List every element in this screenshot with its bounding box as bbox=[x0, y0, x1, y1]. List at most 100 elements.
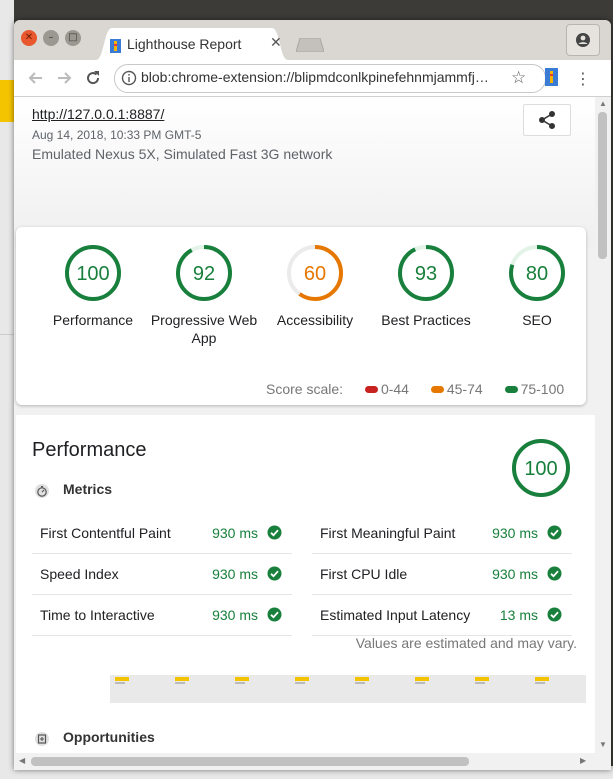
window-minimize-button[interactable]: – bbox=[43, 30, 59, 46]
tab-strip: ✕ – □ Lighthouse Report ✕ bbox=[14, 20, 611, 60]
performance-section: Performance 100 Metrics First Contentful… bbox=[16, 415, 595, 753]
window-close-button[interactable]: ✕ bbox=[21, 30, 37, 46]
scroll-right-icon[interactable]: ▶ bbox=[580, 756, 586, 765]
share-button[interactable] bbox=[523, 104, 571, 136]
scroll-down-icon[interactable]: ▼ bbox=[599, 740, 607, 749]
address-url[interactable]: blob:chrome-extension://blipmdconlkpinef… bbox=[141, 69, 511, 85]
metric-name: First Meaningful Paint bbox=[320, 525, 456, 541]
score-gauge-ring: 100 bbox=[65, 245, 121, 301]
performance-score-gauge[interactable]: 100 bbox=[510, 437, 572, 504]
pass-check-icon bbox=[547, 566, 562, 581]
report-header: http://127.0.0.1:8887/ Aug 14, 2018, 10:… bbox=[14, 97, 595, 247]
gauge-score-text: 80 bbox=[526, 263, 548, 285]
pass-check-icon bbox=[267, 566, 282, 581]
score-gauge-ring: 93 bbox=[398, 245, 454, 301]
metric-name: Estimated Input Latency bbox=[320, 607, 471, 623]
kebab-menu-icon[interactable]: ⋮ bbox=[575, 69, 591, 88]
forward-arrow-icon[interactable] bbox=[54, 68, 74, 88]
category-label: Performance bbox=[52, 312, 134, 328]
score-scale-label: Score scale: bbox=[266, 381, 344, 397]
scale-range-fail: 0-44 bbox=[380, 381, 409, 397]
pass-check-icon bbox=[547, 525, 562, 540]
report-url-link[interactable]: http://127.0.0.1:8887/ bbox=[32, 106, 164, 122]
metric-value: 930 ms bbox=[212, 525, 258, 541]
gauge-score-text: 60 bbox=[304, 263, 326, 285]
metric-name: Time to Interactive bbox=[40, 607, 155, 623]
filmstrip-frame bbox=[412, 675, 470, 703]
scale-dot-green bbox=[504, 385, 518, 393]
filmstrip-frame bbox=[232, 675, 290, 703]
metric-value: 930 ms bbox=[492, 525, 538, 541]
share-icon bbox=[539, 111, 555, 129]
score-gauge-ring: 60 bbox=[287, 245, 343, 301]
lighthouse-favicon-icon bbox=[110, 39, 121, 53]
filmstrip bbox=[52, 675, 586, 703]
desktop-top-bar bbox=[0, 0, 613, 20]
category-label: Best Practices bbox=[381, 312, 471, 328]
lighthouse-extension-icon[interactable] bbox=[545, 68, 558, 86]
filmstrip-frame bbox=[472, 675, 530, 703]
filmstrip-frame bbox=[172, 675, 230, 703]
filmstrip-frame bbox=[112, 675, 170, 703]
tab-close-icon[interactable]: ✕ bbox=[270, 35, 282, 51]
gauge-score-text: 92 bbox=[193, 263, 215, 285]
metric-name: Speed Index bbox=[40, 566, 119, 582]
filmstrip-frame bbox=[532, 675, 590, 703]
scale-dot-red bbox=[364, 385, 378, 393]
vertical-scrollbar[interactable]: ▲ ▼ bbox=[595, 97, 611, 753]
scroll-up-icon[interactable]: ▲ bbox=[599, 99, 607, 108]
category-gauge-accessibility[interactable]: 60 Accessibility bbox=[260, 243, 370, 329]
gauge-score-text: 100 bbox=[524, 458, 557, 480]
score-gauge-ring: 100 bbox=[512, 439, 570, 497]
background-yellow-band bbox=[0, 80, 14, 122]
back-arrow-icon[interactable] bbox=[26, 68, 46, 88]
category-label: SEO bbox=[522, 312, 552, 328]
metric-name: First CPU Idle bbox=[320, 566, 408, 582]
scale-range-average: 45-74 bbox=[446, 381, 483, 397]
metrics-disclaimer: Values are estimated and may vary. bbox=[355, 635, 577, 651]
metric-row: Time to Interactive 930 ms bbox=[32, 595, 292, 636]
performance-title: Performance bbox=[32, 439, 147, 461]
vertical-scroll-thumb[interactable] bbox=[598, 112, 607, 259]
pass-check-icon bbox=[547, 607, 562, 622]
score-scale: Score scale: 0-44 45-74 75-100 bbox=[266, 381, 564, 397]
filmstrip-frame bbox=[352, 675, 410, 703]
report-environment: Emulated Nexus 5X, Simulated Fast 3G net… bbox=[32, 146, 333, 162]
metric-value: 13 ms bbox=[499, 607, 538, 623]
horizontal-scrollbar[interactable]: ◀ ▶ bbox=[14, 753, 611, 770]
metric-value: 930 ms bbox=[212, 566, 258, 582]
metric-value: 930 ms bbox=[492, 566, 538, 582]
metric-row: First CPU Idle 930 ms bbox=[312, 554, 572, 595]
info-icon[interactable] bbox=[121, 70, 137, 86]
category-gauge-seo[interactable]: 80 SEO bbox=[482, 243, 592, 329]
pass-check-icon bbox=[267, 525, 282, 540]
metric-row: First Meaningful Paint 930 ms bbox=[312, 513, 572, 554]
category-gauge-best-practices[interactable]: 93 Best Practices bbox=[371, 243, 481, 329]
pass-check-icon bbox=[267, 607, 282, 622]
scroll-left-icon[interactable]: ◀ bbox=[19, 756, 25, 765]
address-bar[interactable]: blob:chrome-extension://blipmdconlkpinef… bbox=[114, 64, 546, 93]
background-divider bbox=[0, 334, 14, 335]
category-gauge-performance[interactable]: 100 Performance bbox=[38, 243, 148, 329]
metric-row: Speed Index 930 ms bbox=[32, 554, 292, 595]
horizontal-scroll-thumb[interactable] bbox=[31, 757, 469, 766]
tab-title: Lighthouse Report bbox=[127, 36, 242, 52]
category-label: Progressive Web App bbox=[150, 312, 258, 346]
filmstrip-frame bbox=[292, 675, 350, 703]
bookmark-star-icon[interactable]: ☆ bbox=[511, 68, 526, 88]
profile-button[interactable] bbox=[566, 24, 600, 56]
opportunities-title: Opportunities bbox=[63, 729, 155, 745]
new-tab-button[interactable] bbox=[296, 38, 324, 52]
metric-value: 930 ms bbox=[212, 607, 258, 623]
category-gauge-progressive-web-app[interactable]: 92 Progressive Web App bbox=[149, 243, 259, 347]
stopwatch-icon bbox=[35, 484, 49, 498]
background-window-edge bbox=[0, 0, 14, 779]
gauge-score-text: 93 bbox=[415, 263, 437, 285]
score-gauge-ring: 80 bbox=[509, 245, 565, 301]
gauge-score-text: 100 bbox=[76, 263, 109, 285]
reload-icon[interactable] bbox=[83, 68, 103, 88]
metrics-title: Metrics bbox=[63, 481, 113, 497]
metric-row: Estimated Input Latency 13 ms bbox=[312, 595, 572, 636]
filmstrip-frame bbox=[52, 675, 110, 703]
window-maximize-button[interactable]: □ bbox=[65, 30, 81, 46]
